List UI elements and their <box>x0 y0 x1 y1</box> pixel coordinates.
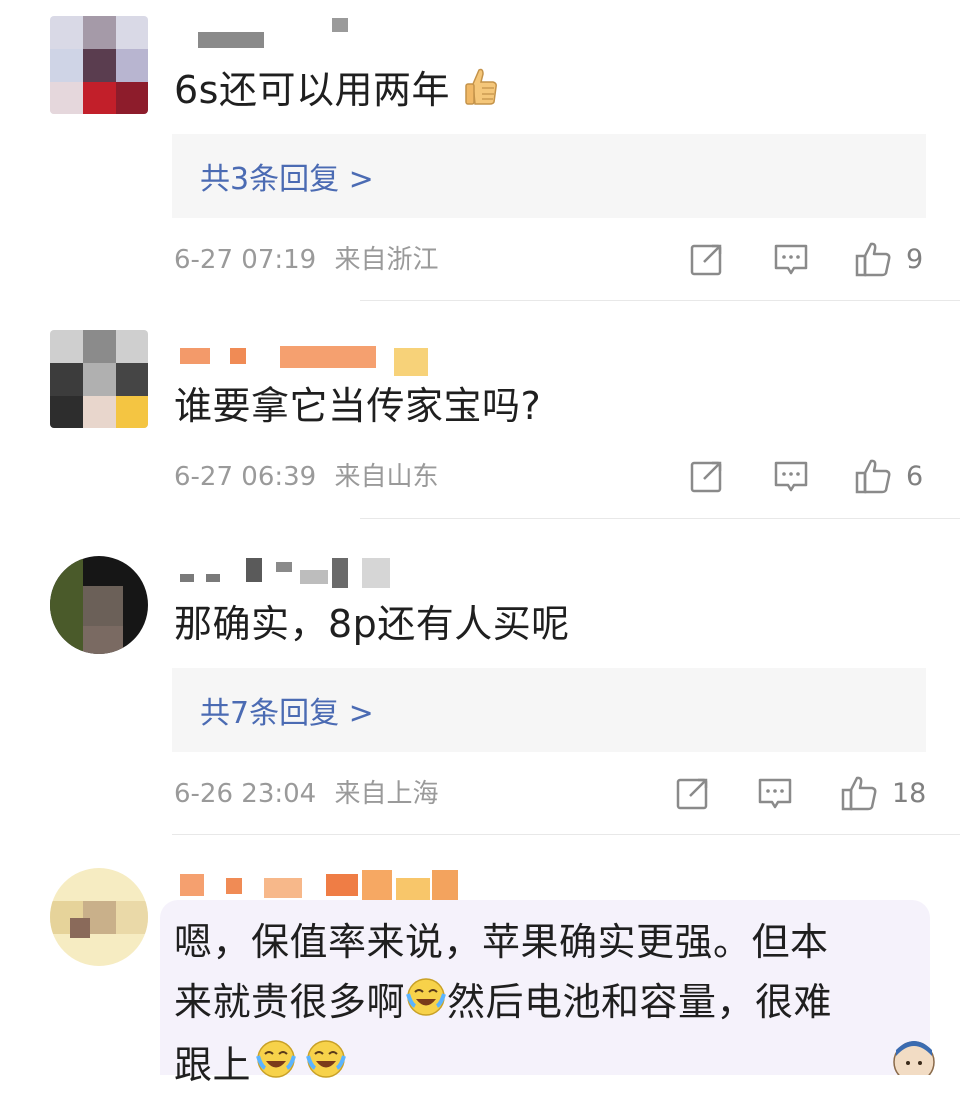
share-icon[interactable] <box>674 774 712 812</box>
laughing-tears-icon <box>305 1037 347 1097</box>
laughing-tears-icon <box>255 1037 297 1097</box>
comment-text: 嗯，保值率来说，苹果确实更强。但本 来就贵很多啊 然后电池和容量，很难 跟上 <box>174 912 832 1097</box>
divider <box>360 518 960 519</box>
view-replies-button[interactable]: 共7条回复 > <box>172 668 926 752</box>
like-count: 6 <box>906 457 923 497</box>
comment-icon[interactable] <box>772 240 810 278</box>
thumbs-up-icon <box>463 65 499 121</box>
sticker-avatar-icon <box>890 1036 938 1075</box>
comment-text-line: 嗯，保值率来说，苹果确实更强。但本 <box>174 912 832 972</box>
laughing-tears-icon <box>405 975 447 1035</box>
comment-text-line: 跟上 <box>174 1035 832 1097</box>
comment-text: 那确实，8p还有人买呢 <box>174 596 570 652</box>
username-redacted[interactable] <box>176 344 436 374</box>
comment-actions: 9 <box>660 240 940 280</box>
divider <box>172 834 960 835</box>
timestamp: 6-27 06:39 <box>174 462 316 492</box>
avatar[interactable] <box>50 868 148 966</box>
location: 来自浙江 <box>334 245 438 275</box>
comment-meta: 6-27 07:19 来自浙江 <box>174 240 438 280</box>
timestamp: 6-26 23:04 <box>174 779 316 809</box>
avatar[interactable] <box>50 556 148 654</box>
avatar[interactable] <box>50 16 148 114</box>
like-icon[interactable] <box>840 774 878 812</box>
divider <box>360 300 960 301</box>
location: 来自上海 <box>334 779 438 809</box>
timestamp: 6-27 07:19 <box>174 245 316 275</box>
comment-meta: 6-26 23:04 来自上海 <box>174 774 438 814</box>
share-icon[interactable] <box>688 240 726 278</box>
like-icon[interactable] <box>854 457 892 495</box>
avatar[interactable] <box>50 330 148 428</box>
comment-meta: 6-27 06:39 来自山东 <box>174 457 438 497</box>
comment-actions: 6 <box>660 457 940 497</box>
like-count: 9 <box>906 240 923 280</box>
comment-text: 6s还可以用两年 <box>174 62 499 121</box>
comment-text: 谁要拿它当传家宝吗? <box>174 378 541 434</box>
username-redacted[interactable] <box>176 870 466 900</box>
comment-icon[interactable] <box>756 774 794 812</box>
comment-actions: 18 <box>660 774 940 814</box>
comment-text-line: 来就贵很多啊 然后电池和容量，很难 <box>174 972 832 1035</box>
view-replies-button[interactable]: 共3条回复 > <box>172 134 926 218</box>
location: 来自山东 <box>334 462 438 492</box>
like-icon[interactable] <box>854 240 892 278</box>
username-redacted[interactable] <box>176 558 436 588</box>
like-count: 18 <box>892 774 926 814</box>
comment-icon[interactable] <box>772 457 810 495</box>
share-icon[interactable] <box>688 457 726 495</box>
username-redacted[interactable] <box>176 18 376 48</box>
